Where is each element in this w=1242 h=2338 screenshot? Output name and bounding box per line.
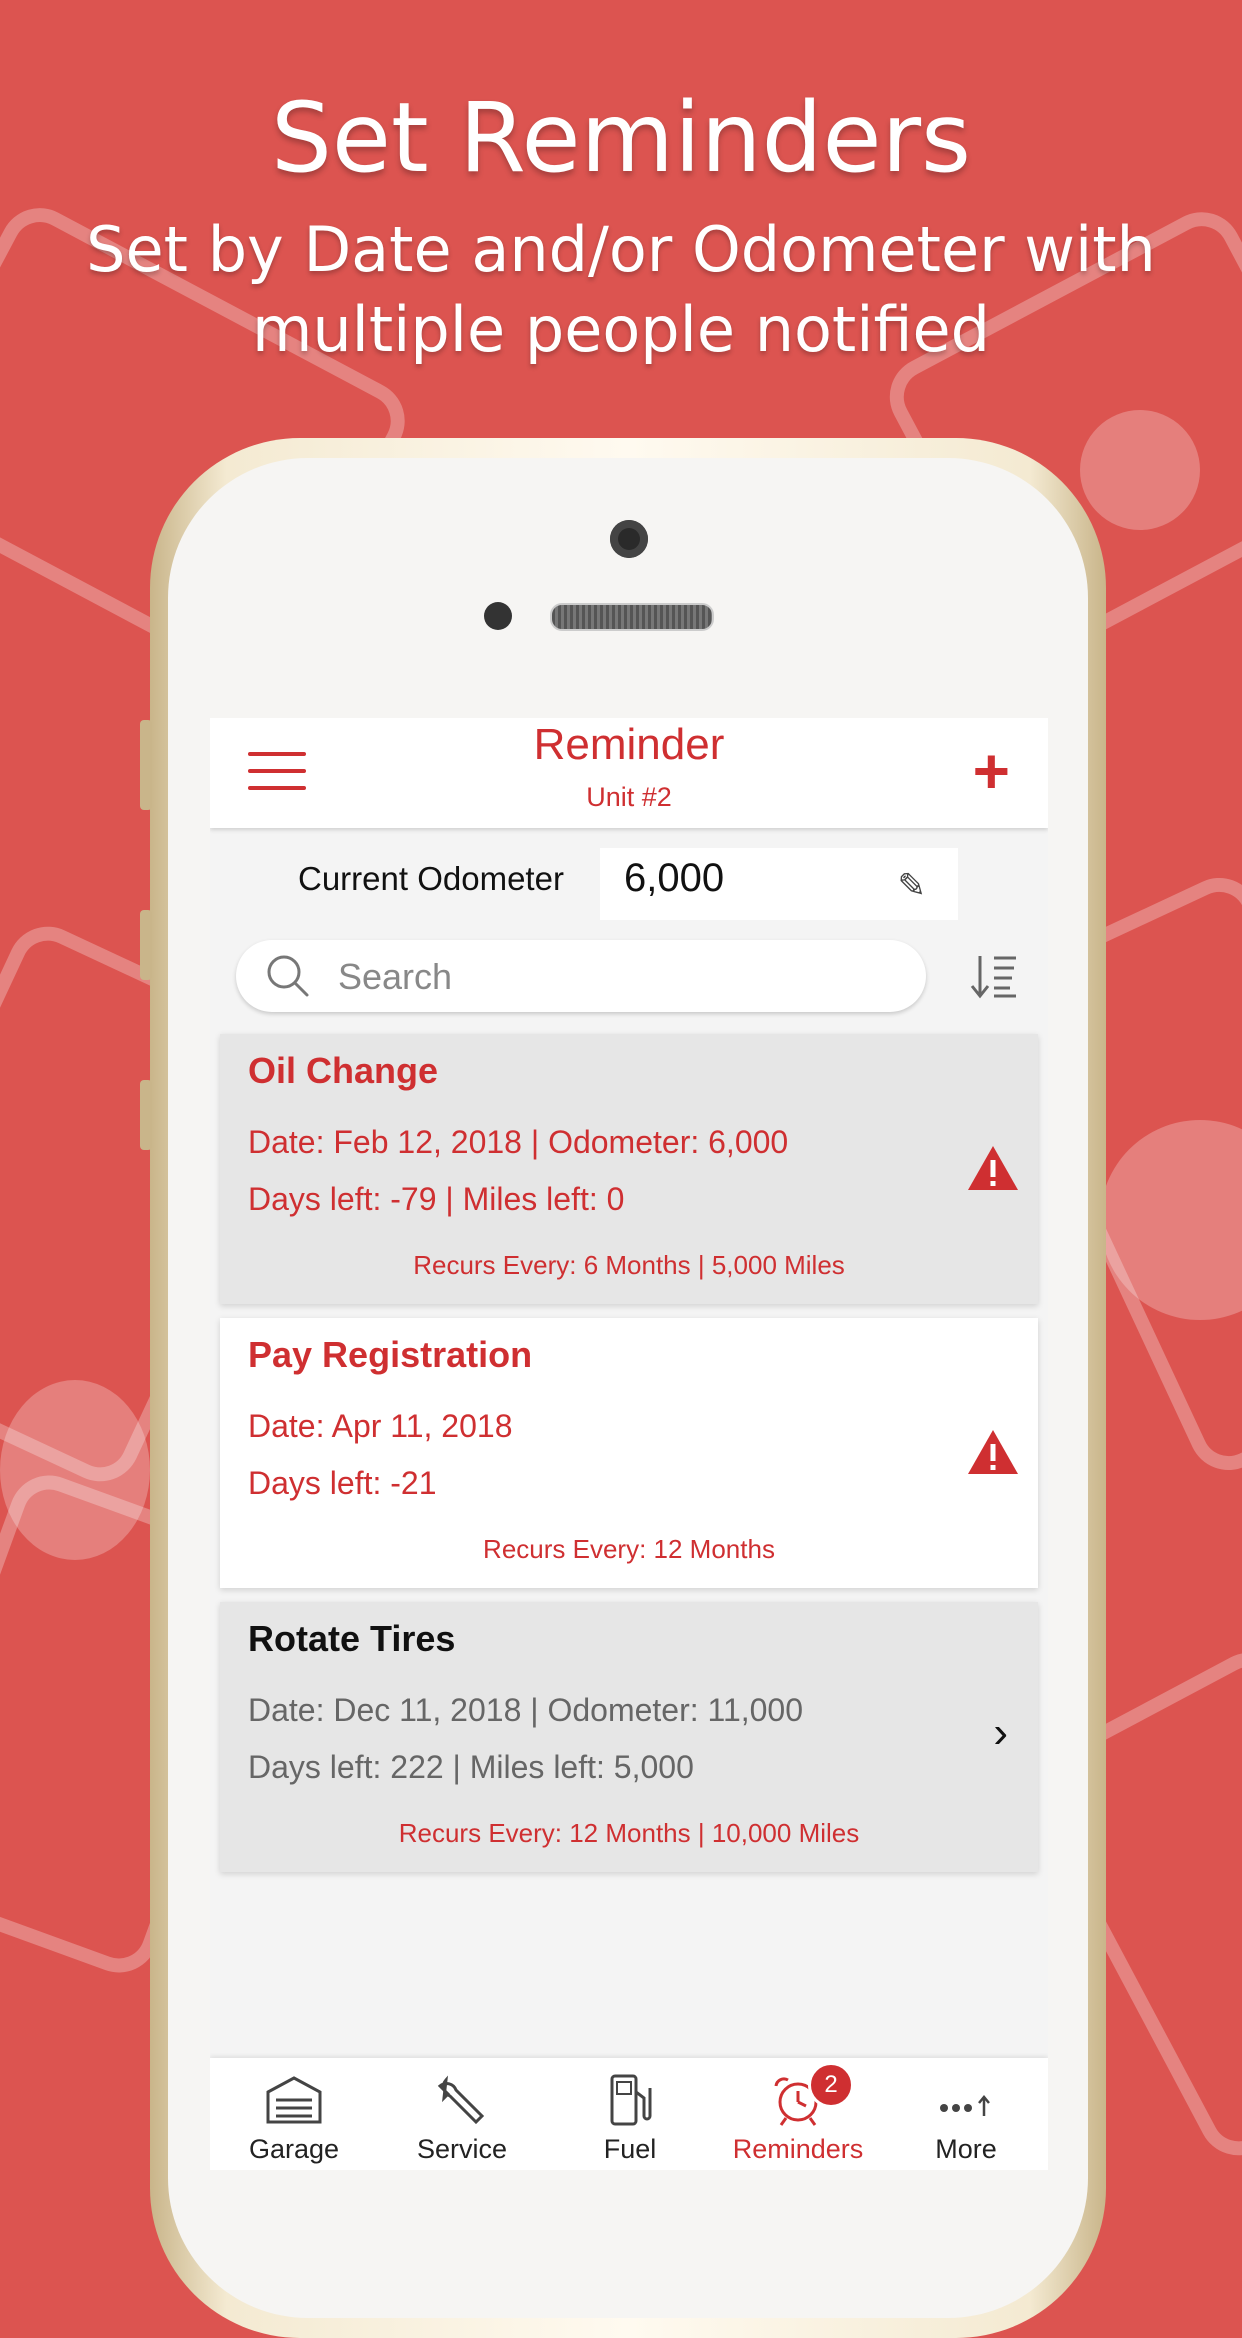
wrench-icon bbox=[437, 2075, 485, 2125]
add-reminder-button[interactable]: + bbox=[973, 734, 1010, 808]
speaker-grille bbox=[550, 603, 714, 631]
page-title: Reminder bbox=[533, 720, 725, 769]
reminder-card-rotate-tires[interactable]: Rotate Tires Date: Dec 11, 2018 | Odomet… bbox=[220, 1602, 1038, 1872]
sort-icon[interactable] bbox=[968, 950, 1020, 1002]
more-icon bbox=[940, 2095, 990, 2116]
tab-fuel[interactable]: Fuel bbox=[546, 2058, 714, 2170]
reminder-days-miles-left: Days left: -79 | Miles left: 0 bbox=[248, 1181, 625, 1217]
background-bell-shape bbox=[0, 1380, 150, 1560]
reminder-date-odometer: Date: Dec 11, 2018 | Odometer: 11,000 bbox=[248, 1692, 804, 1728]
reminder-date-odometer: Date: Feb 12, 2018 | Odometer: 6,000 bbox=[248, 1124, 789, 1160]
phone-side-button bbox=[140, 720, 152, 810]
sensor-icon bbox=[484, 602, 512, 630]
garage-icon bbox=[266, 2076, 322, 2124]
warning-icon bbox=[968, 1430, 1018, 1474]
tab-label: Service bbox=[416, 2134, 508, 2164]
pencil-edit-icon[interactable]: ✎ bbox=[898, 866, 927, 906]
reminder-recurrence: Recurs Every: 6 Months | 5,000 Miles bbox=[413, 1250, 845, 1280]
tab-garage[interactable]: Garage bbox=[210, 2058, 378, 2170]
nav-bar: Reminder Unit #2 + bbox=[210, 718, 1048, 828]
reminder-title: Oil Change bbox=[248, 1050, 439, 1091]
tab-label: More bbox=[935, 2134, 997, 2164]
app-screen: Reminder Unit #2 + Current Odometer 6,00… bbox=[210, 718, 1048, 2170]
phone-side-button bbox=[140, 1080, 152, 1150]
phone-side-button bbox=[140, 910, 152, 980]
fuel-pump-icon bbox=[610, 2074, 652, 2126]
camera-icon bbox=[610, 520, 648, 558]
tab-reminders[interactable]: 2 Reminders bbox=[714, 2058, 882, 2170]
tab-label: Garage bbox=[248, 2134, 340, 2164]
reminder-recurrence: Recurs Every: 12 Months | 10,000 Miles bbox=[398, 1818, 860, 1848]
warning-icon bbox=[968, 1146, 1018, 1190]
promo-headline: Set Reminders bbox=[270, 82, 972, 194]
reminder-date-odometer: Date: Apr 11, 2018 bbox=[248, 1408, 513, 1444]
background-dollar-circle bbox=[1080, 410, 1200, 530]
search-icon bbox=[267, 955, 309, 997]
notification-badge: 2 bbox=[808, 2062, 854, 2108]
tab-label: Reminders bbox=[732, 2134, 864, 2164]
tab-label: Fuel bbox=[603, 2134, 657, 2164]
reminder-title: Pay Registration bbox=[248, 1334, 533, 1375]
tab-bar: Garage Service Fuel 2 Reminders More bbox=[210, 2058, 1048, 2170]
page-subtitle: Unit #2 bbox=[586, 782, 672, 812]
reminder-card-pay-registration[interactable]: Pay Registration Date: Apr 11, 2018 Days… bbox=[220, 1318, 1038, 1588]
reminder-title: Rotate Tires bbox=[248, 1618, 456, 1659]
tab-more[interactable]: More bbox=[882, 2058, 1048, 2170]
chevron-right-icon: › bbox=[993, 1708, 1008, 1757]
promo-subline: Set by Date and/or Odometer with multipl… bbox=[86, 213, 1156, 366]
current-odometer-value: 6,000 bbox=[624, 856, 725, 900]
tab-service[interactable]: Service bbox=[378, 2058, 546, 2170]
search-input[interactable] bbox=[336, 950, 900, 1004]
reminder-recurrence: Recurs Every: 12 Months bbox=[483, 1534, 775, 1564]
reminder-days-miles-left: Days left: 222 | Miles left: 5,000 bbox=[248, 1749, 694, 1785]
search-bar bbox=[236, 940, 926, 1012]
current-odometer-field[interactable]: 6,000 ✎ bbox=[600, 848, 958, 920]
reminder-card-oil-change[interactable]: Oil Change Date: Feb 12, 2018 | Odometer… bbox=[220, 1034, 1038, 1304]
reminder-days-miles-left: Days left: -21 bbox=[248, 1465, 437, 1501]
current-odometer-label: Current Odometer bbox=[298, 860, 564, 897]
